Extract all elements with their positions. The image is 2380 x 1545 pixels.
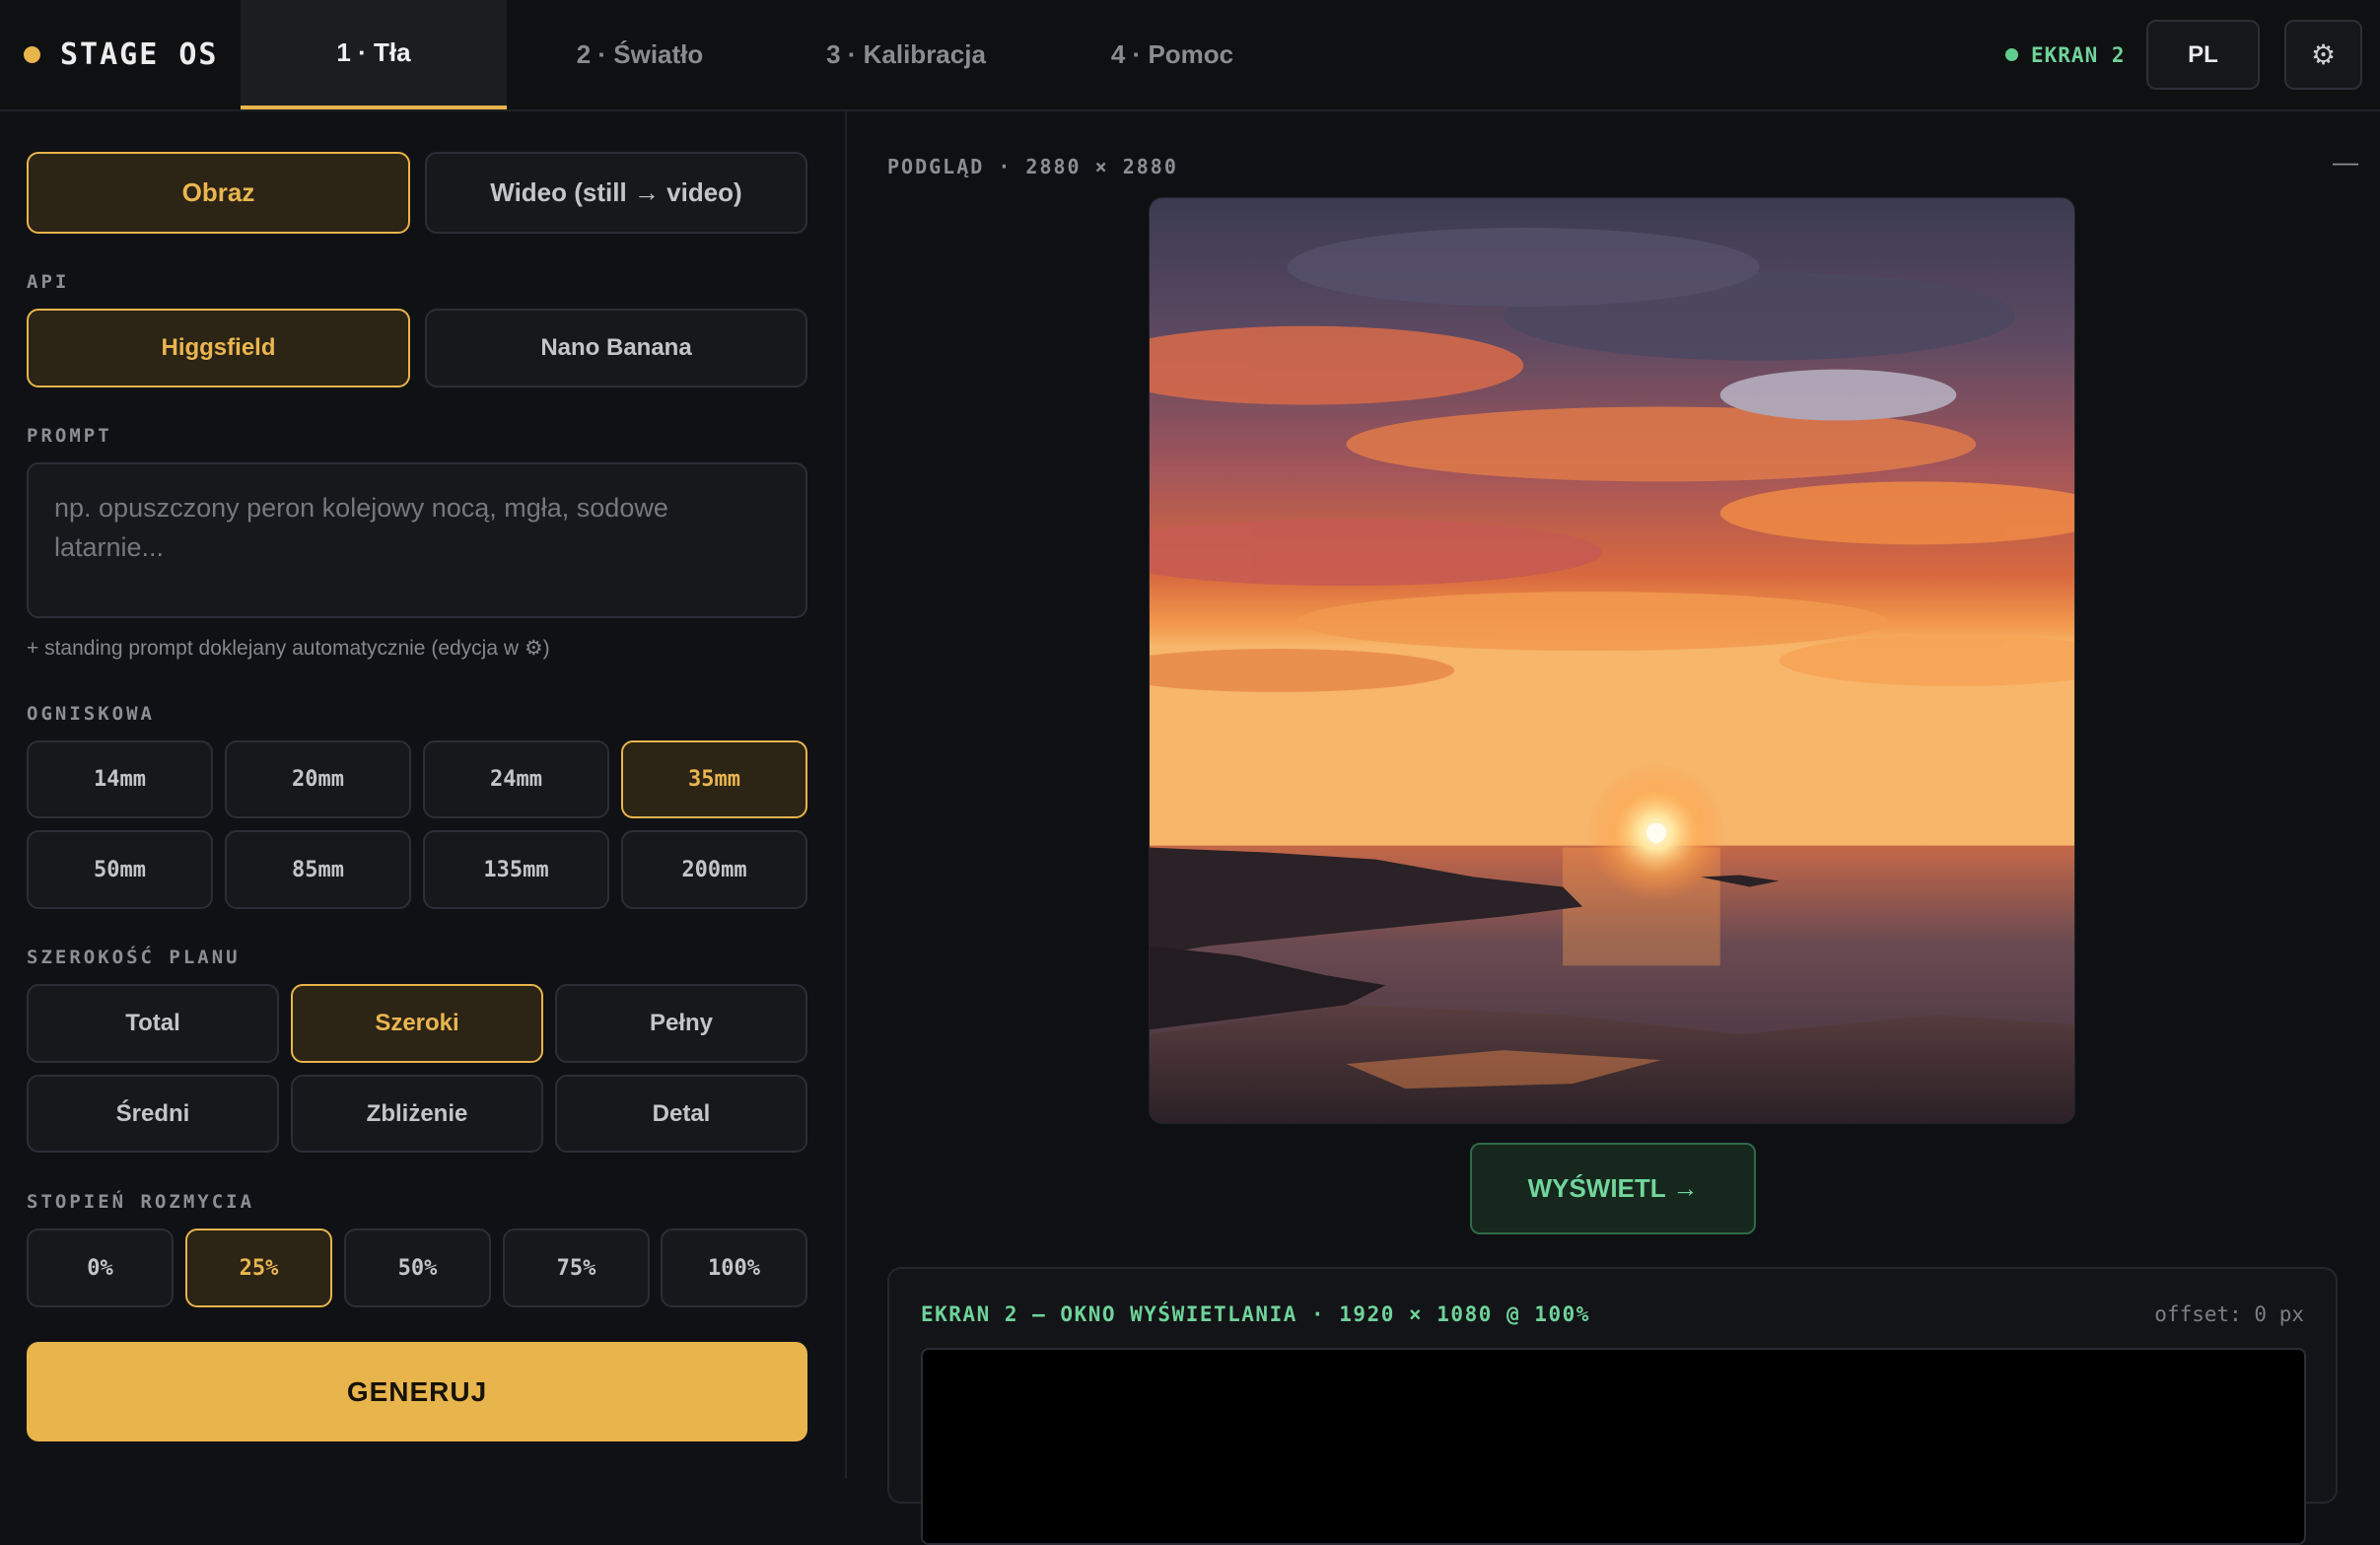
tab-backgrounds[interactable]: 1 · Tła <box>241 0 507 109</box>
generate-button[interactable]: GENERUJ <box>27 1342 807 1441</box>
shot-total-button[interactable]: Total <box>27 984 279 1063</box>
language-button[interactable]: PL <box>2146 20 2260 90</box>
focal-24mm-button[interactable]: 24mm <box>423 740 609 818</box>
focal-35mm-button[interactable]: 35mm <box>621 740 807 818</box>
focal-200mm-button[interactable]: 200mm <box>621 830 807 909</box>
shot-medium-button[interactable]: Średni <box>27 1075 279 1153</box>
shot-width-label: SZEROKOŚĆ PLANU <box>27 947 241 968</box>
shot-wide-button[interactable]: Szeroki <box>291 984 543 1063</box>
shot-detail-button[interactable]: Detal <box>555 1075 807 1153</box>
display-canvas <box>921 1348 2306 1545</box>
display-window-title: EKRAN 2 — OKNO WYŚWIETLANIA · 1920 × 108… <box>921 1302 1590 1326</box>
focal-label: OGNISKOWA <box>27 703 155 725</box>
blur-0-button[interactable]: 0% <box>27 1229 174 1307</box>
blur-75-button[interactable]: 75% <box>503 1229 650 1307</box>
status-dot-icon <box>2005 48 2018 61</box>
display-window-panel: EKRAN 2 — OKNO WYŚWIETLANIA · 1920 × 108… <box>887 1267 2338 1545</box>
api-nano-banana-button[interactable]: Nano Banana <box>425 309 807 387</box>
left-panel: Obraz Wideo (still → video) API Higgsfie… <box>0 111 847 1479</box>
shot-full-button[interactable]: Pełny <box>555 984 807 1063</box>
focal-20mm-button[interactable]: 20mm <box>225 740 411 818</box>
top-bar: STAGE OS 1 · Tła 2 · Światło 3 · Kalibra… <box>0 0 2380 111</box>
blur-label: STOPIEŃ ROZMYCIA <box>27 1191 255 1213</box>
prompt-input[interactable] <box>27 462 807 618</box>
blur-50-button[interactable]: 50% <box>344 1229 491 1307</box>
gear-icon: ⚙ <box>2310 39 2337 70</box>
brand-dot-icon <box>24 46 40 63</box>
settings-button[interactable]: ⚙ <box>2284 20 2362 90</box>
screen-status-label: EKRAN 2 <box>2031 42 2126 67</box>
brand: STAGE OS <box>24 0 219 109</box>
blur-25-button[interactable]: 25% <box>185 1229 332 1307</box>
preview-label: PODGLĄD · 2880 × 2880 <box>887 155 1178 178</box>
api-higgsfield-button[interactable]: Higgsfield <box>27 309 410 387</box>
prompt-hint: + standing prompt doklejany automatyczni… <box>27 637 550 660</box>
right-panel: PODGLĄD · 2880 × 2880 — WYŚWIETL → EKRAN… <box>849 111 2380 1545</box>
tab-calibration[interactable]: 3 · Kalibracja <box>773 0 1039 109</box>
preview-image <box>1149 197 2075 1124</box>
focal-14mm-button[interactable]: 14mm <box>27 740 213 818</box>
tab-light[interactable]: 2 · Światło <box>507 0 773 109</box>
app-name: STAGE OS <box>60 37 219 72</box>
focal-135mm-button[interactable]: 135mm <box>423 830 609 909</box>
focal-85mm-button[interactable]: 85mm <box>225 830 411 909</box>
prompt-label: PROMPT <box>27 425 112 447</box>
source-image-button[interactable]: Obraz <box>27 152 410 234</box>
tab-help[interactable]: 4 · Pomoc <box>1039 0 1305 109</box>
api-label: API <box>27 271 70 293</box>
display-offset: offset: 0 px <box>2154 1302 2304 1326</box>
collapse-preview-button[interactable]: — <box>2333 147 2358 177</box>
source-video-button[interactable]: Wideo (still → video) <box>425 152 807 234</box>
display-button[interactable]: WYŚWIETL → <box>1470 1143 1756 1234</box>
sunset-seascape-image <box>1150 198 2074 1123</box>
screen-status: EKRAN 2 <box>2005 0 2126 109</box>
blur-100-button[interactable]: 100% <box>661 1229 807 1307</box>
shot-closeup-button[interactable]: Zbliżenie <box>291 1075 543 1153</box>
focal-50mm-button[interactable]: 50mm <box>27 830 213 909</box>
